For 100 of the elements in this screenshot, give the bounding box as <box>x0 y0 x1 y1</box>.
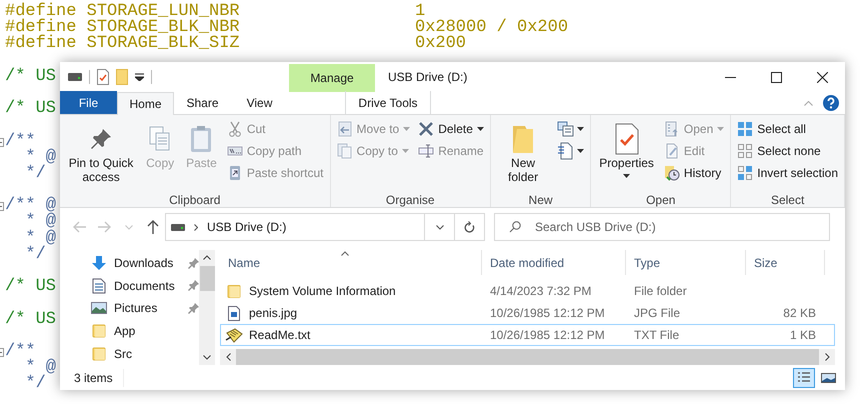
code-line: /** @ <box>5 198 56 214</box>
code-value: 0x200 <box>415 36 466 53</box>
ribbon-button[interactable]: Select all <box>735 118 840 140</box>
properties-icon[interactable] <box>97 69 109 85</box>
folder-icon <box>92 323 106 340</box>
column-header[interactable]: Type <box>626 250 746 275</box>
ribbon-button[interactable]: Properties <box>595 118 658 193</box>
sidebar-item[interactable]: Src <box>90 342 199 365</box>
close-icon <box>816 72 828 82</box>
code-line: * @ <box>24 214 56 231</box>
ribbon-tab[interactable]: Home <box>117 92 174 115</box>
horizontal-scrollbar[interactable] <box>220 349 835 365</box>
type-cell-text: File folder <box>633 283 688 300</box>
file-name: penis.jpg <box>249 305 298 322</box>
sidebar-item[interactable]: Pictures <box>90 297 199 320</box>
ribbon-group-label: Select <box>770 193 804 207</box>
vertical-scrollbar[interactable] <box>199 250 215 365</box>
file-name: System Volume Information <box>249 283 396 300</box>
window-title: USB Drive (D:) <box>388 69 468 86</box>
column-header[interactable]: Name <box>220 250 482 275</box>
search-field[interactable]: Search USB Drive (D:) <box>494 213 830 241</box>
clipboard-icon <box>189 125 214 153</box>
new-item-icon <box>557 121 576 137</box>
select-none-icon <box>737 143 754 159</box>
chevron-down-icon[interactable] <box>436 224 444 230</box>
pin-icon[interactable] <box>188 258 199 269</box>
size-cell-text: 82 KB <box>783 305 816 322</box>
ribbon-tab[interactable]: Drive Tools <box>345 91 431 114</box>
column-header[interactable]: Size <box>746 250 825 275</box>
pin-icon[interactable] <box>188 302 199 314</box>
folder-icon <box>511 123 536 155</box>
refresh-icon[interactable] <box>464 221 475 233</box>
ribbon-button[interactable]: Pin to Quick access <box>64 118 138 193</box>
help-icon[interactable] <box>823 95 839 111</box>
scrollbar-thumb[interactable] <box>200 266 214 291</box>
drive-icon <box>171 224 185 230</box>
code-line: /** <box>5 134 36 150</box>
type-cell-text: TXT File <box>633 327 680 344</box>
code-value: 1 <box>415 4 426 20</box>
code-line: /* US <box>5 68 56 85</box>
ribbon-button[interactable] <box>555 140 586 162</box>
date-cell-text: 4/14/2023 7:32 PM <box>489 283 592 300</box>
code-line: * @ <box>24 230 56 247</box>
details-list-icon <box>797 372 811 384</box>
sidebar-item[interactable]: Downloads <box>90 252 199 275</box>
properties-icon <box>614 123 640 155</box>
ribbon-group-label: Open <box>646 193 676 207</box>
search-icon <box>509 221 521 233</box>
scroll-right-icon[interactable] <box>824 353 830 361</box>
document-icon <box>557 142 576 160</box>
folder-icon <box>92 346 106 362</box>
ribbon-group-label: Organise <box>386 193 435 207</box>
ribbon-button[interactable]: Select none <box>735 140 840 162</box>
download-arrow-icon <box>91 255 107 272</box>
history-icon <box>664 165 680 181</box>
delete-icon <box>418 121 434 137</box>
file-row[interactable]: penis.jpg 10/26/1985 12:12 PM JPG File 82 KB <box>220 302 835 324</box>
scroll-down-icon[interactable] <box>203 355 211 360</box>
picture-icon <box>91 301 107 316</box>
code-line: /** <box>5 344 36 360</box>
scroll-up-icon[interactable] <box>203 255 211 260</box>
thumbnail-icon <box>820 372 836 384</box>
up-arrow-icon[interactable] <box>146 220 159 234</box>
ribbon-tab[interactable]: Share <box>174 91 231 114</box>
chevron-right-icon <box>194 224 198 230</box>
ribbon-button[interactable]: Invert selection <box>735 162 840 184</box>
notepad-icon <box>225 328 243 342</box>
code-line: /* US <box>5 279 56 296</box>
customize-toolbar-icon[interactable] <box>135 73 144 81</box>
folder-icon <box>227 284 241 298</box>
file-name: ReadMe.txt <box>249 327 310 344</box>
ribbon-button[interactable]: New folder <box>494 118 552 193</box>
ribbon-group-label: Clipboard <box>169 193 220 207</box>
code-line: */ <box>24 166 46 182</box>
address-bar[interactable]: USB Drive (D:) <box>165 213 485 241</box>
ribbon-button[interactable]: Delete <box>416 118 486 140</box>
maximize-icon <box>770 72 782 82</box>
ribbon-tab[interactable]: File <box>60 91 117 114</box>
document-icon <box>92 278 106 294</box>
sidebar-item[interactable]: Documents <box>90 274 199 298</box>
drive-icon[interactable] <box>68 73 82 81</box>
scroll-left-icon[interactable] <box>226 353 230 361</box>
ribbon-button[interactable]: History <box>662 162 726 184</box>
column-header[interactable]: Date modified <box>482 250 626 275</box>
pin-icon[interactable] <box>188 280 199 292</box>
code-line: #define STORAGE_BLK_SIZ <box>5 36 240 53</box>
edit-icon <box>664 143 680 159</box>
file-row[interactable]: System Volume Information 4/14/2023 7:32 PM File folder <box>220 280 835 302</box>
image-file-icon <box>228 306 240 320</box>
code-line: */ <box>24 376 46 393</box>
details-view-button[interactable] <box>793 368 815 388</box>
file-row[interactable]: ReadMe.txt 10/26/1985 12:12 PM TXT File 1 KB <box>220 324 835 346</box>
ribbon-tab[interactable]: View <box>231 91 288 114</box>
sidebar-item[interactable]: App <box>90 320 199 342</box>
context-tab-header: Manage <box>289 64 375 92</box>
select-all-icon <box>737 121 754 137</box>
copy-to-icon <box>336 143 353 159</box>
code-line: * @ <box>24 150 56 166</box>
scissors-icon <box>226 121 243 137</box>
move-icon <box>336 121 353 137</box>
